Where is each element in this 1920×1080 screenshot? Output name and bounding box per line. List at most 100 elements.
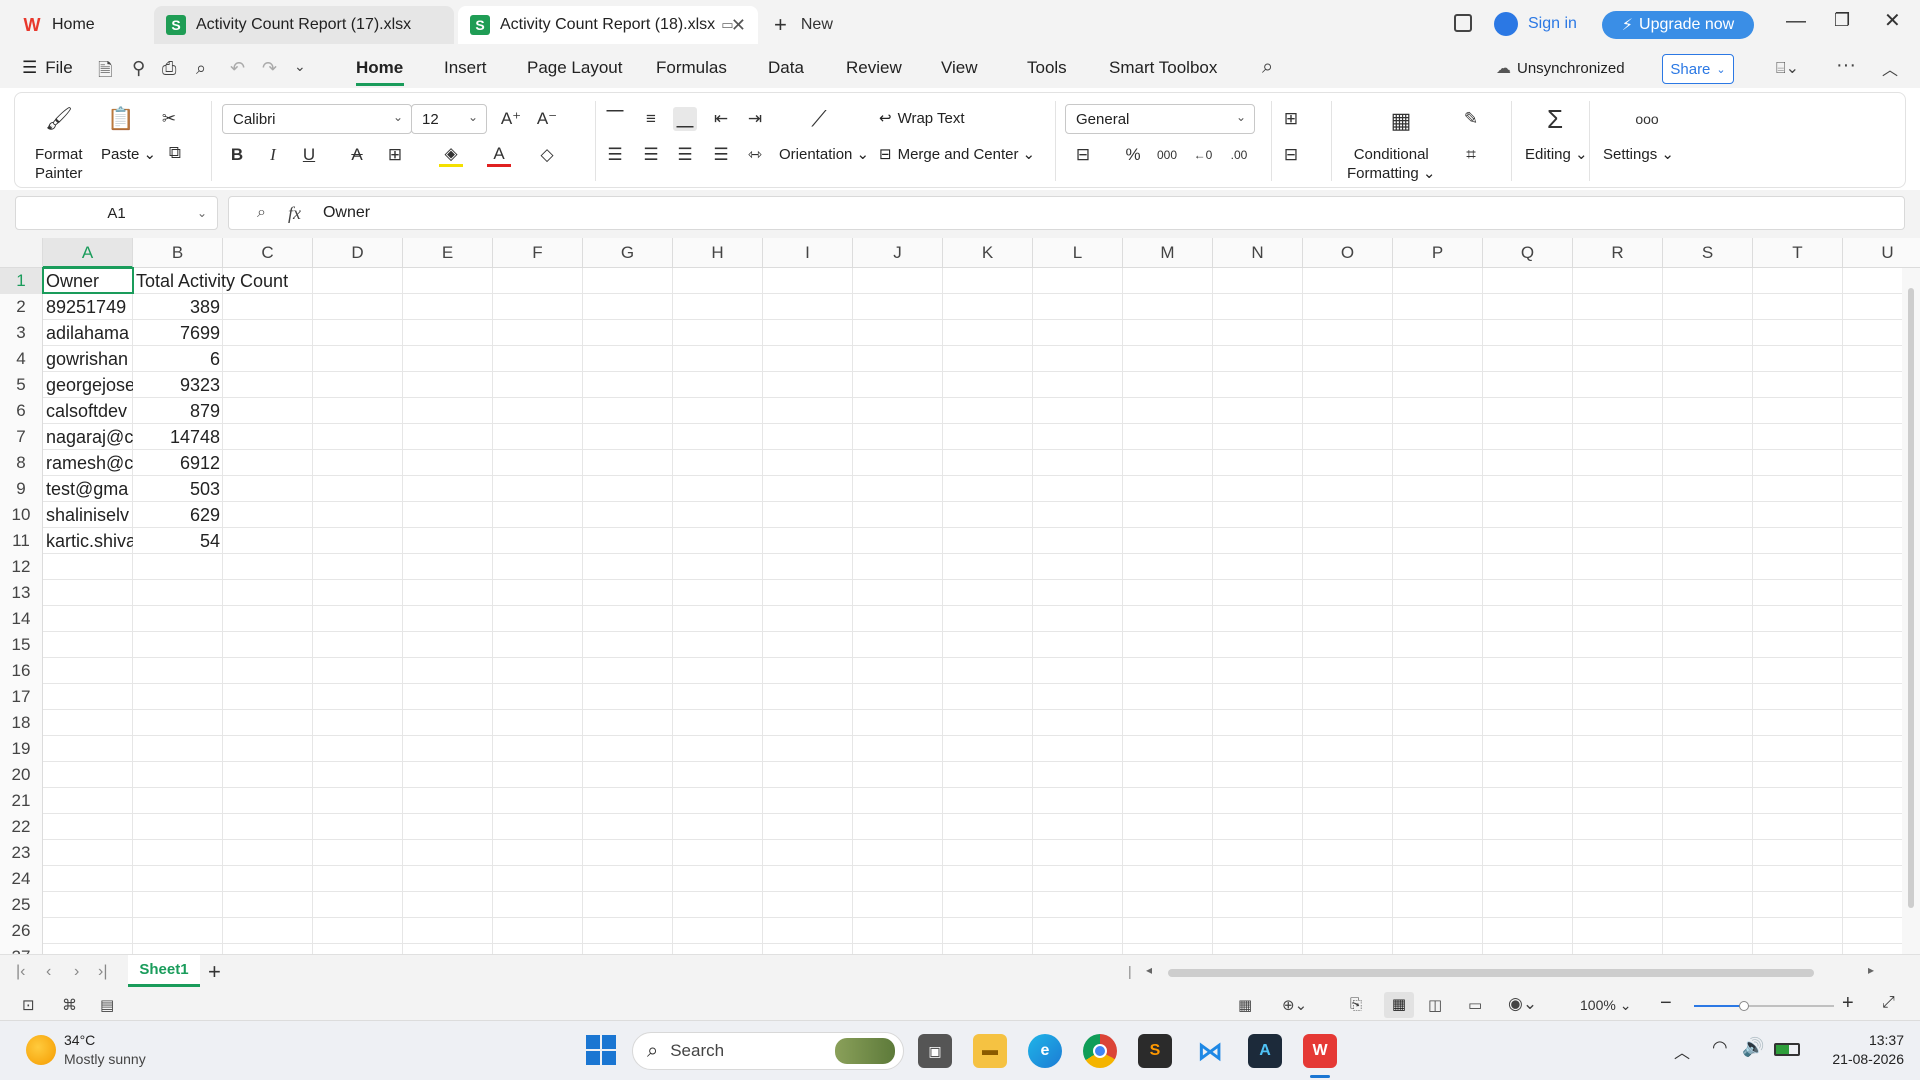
prev-sheet-icon[interactable]: ‹ xyxy=(46,963,51,981)
tray-chevron-icon[interactable]: ︿ xyxy=(1674,1039,1690,1063)
increase-indent-icon[interactable]: ⇥ xyxy=(743,107,767,131)
vertical-scrollbar[interactable] xyxy=(1902,268,1920,954)
tab-home[interactable]: W Home xyxy=(10,6,150,44)
sign-in-button[interactable]: Sign in xyxy=(1494,12,1577,36)
window-switch-icon[interactable] xyxy=(1454,14,1472,32)
row-header-23[interactable]: 23 xyxy=(0,840,43,866)
clear-format-icon[interactable]: ◇ xyxy=(535,143,559,167)
eye-protection-icon[interactable]: ◉⌄ xyxy=(1508,994,1537,1014)
orientation-button[interactable]: Orientation ⌄ xyxy=(779,145,869,163)
sum-icon[interactable]: Σ xyxy=(1543,104,1567,134)
paste-icon[interactable]: 📋 xyxy=(107,106,134,131)
row-header-26[interactable]: 26 xyxy=(0,918,43,944)
tab-data[interactable]: Data xyxy=(768,58,804,78)
cell-b3[interactable]: 7699 xyxy=(133,320,223,346)
cell-styles-icon[interactable]: ⊞ xyxy=(1279,107,1303,131)
align-middle-icon[interactable]: ≡ xyxy=(639,107,663,131)
settings-dots-icon[interactable]: ooo xyxy=(1635,107,1659,131)
row-header-15[interactable]: 15 xyxy=(0,632,43,658)
column-header-o[interactable]: O xyxy=(1303,238,1393,268)
decrease-font-icon[interactable]: A⁻ xyxy=(535,107,559,131)
editing-button[interactable]: Editing ⌄ xyxy=(1525,145,1588,163)
column-header-s[interactable]: S xyxy=(1663,238,1753,268)
column-header-b[interactable]: B xyxy=(133,238,223,268)
cut-icon[interactable]: ✂ xyxy=(157,107,181,131)
column-header-k[interactable]: K xyxy=(943,238,1033,268)
macro-icon[interactable]: ⊡ xyxy=(22,996,35,1014)
accounting-format-icon[interactable]: ⊟ xyxy=(1071,143,1095,167)
zoom-in-icon[interactable]: + xyxy=(1842,992,1854,1015)
column-header-g[interactable]: G xyxy=(583,238,673,268)
close-window-button[interactable]: ✕ xyxy=(1884,8,1901,33)
cell-b10[interactable]: 629 xyxy=(133,502,223,528)
column-header-l[interactable]: L xyxy=(1033,238,1123,268)
vscode-icon[interactable]: ⋈ xyxy=(1193,1034,1227,1068)
format-painter-button[interactable]: Format Painter xyxy=(35,145,83,183)
cell-b4[interactable]: 6 xyxy=(133,346,223,372)
scroll-left-icon[interactable]: ◂ xyxy=(1146,963,1152,977)
cell-a4[interactable]: gowrishan xyxy=(43,346,133,372)
format-painter-icon[interactable]: 🖌 xyxy=(45,106,73,131)
font-color-icon[interactable]: A xyxy=(487,143,511,167)
cell-a6[interactable]: calsoftdev xyxy=(43,398,133,424)
cell-a2[interactable]: 89251749 xyxy=(43,294,133,320)
volume-icon[interactable]: 🔊 xyxy=(1742,1037,1764,1058)
tab-splitter[interactable]: | xyxy=(1128,963,1132,979)
sublime-text-icon[interactable]: S xyxy=(1138,1034,1172,1068)
row-header-19[interactable]: 19 xyxy=(0,736,43,762)
borders-icon[interactable]: ⊞ xyxy=(383,143,407,167)
fill-color-icon[interactable]: ◈ xyxy=(439,143,463,167)
cell-a9[interactable]: test@gma xyxy=(43,476,133,502)
row-header-25[interactable]: 25 xyxy=(0,892,43,918)
minimize-button[interactable]: — xyxy=(1786,10,1806,33)
column-header-p[interactable]: P xyxy=(1393,238,1483,268)
row-header-14[interactable]: 14 xyxy=(0,606,43,632)
clock[interactable]: 13:37 21-08-2026 xyxy=(1816,1031,1904,1069)
row-header-20[interactable]: 20 xyxy=(0,762,43,788)
row-header-27[interactable]: 27 xyxy=(0,944,43,954)
page-break-icon[interactable]: ⎘ xyxy=(1350,996,1362,1013)
notes-icon[interactable]: ▤ xyxy=(100,996,114,1014)
column-header-f[interactable]: F xyxy=(493,238,583,268)
increase-decimal-icon[interactable]: ←0 xyxy=(1191,143,1215,167)
table-format-icon[interactable]: ⊟ xyxy=(1279,143,1303,167)
zoom-slider-track[interactable] xyxy=(1694,1001,1834,1011)
restore-button[interactable]: ❐ xyxy=(1834,10,1850,31)
row-header-22[interactable]: 22 xyxy=(0,814,43,840)
bold-icon[interactable]: B xyxy=(225,143,249,167)
cell-b6[interactable]: 879 xyxy=(133,398,223,424)
paste-button[interactable]: Paste ⌄ xyxy=(101,145,156,163)
name-box[interactable]: A1 ⌄ xyxy=(15,196,218,230)
justify-icon[interactable]: ☰ xyxy=(709,143,733,167)
row-header-4[interactable]: 4 xyxy=(0,346,43,372)
row-header-10[interactable]: 10 xyxy=(0,502,43,528)
align-center-icon[interactable]: ☰ xyxy=(639,143,663,167)
tab-view[interactable]: View xyxy=(941,58,978,78)
weather-sun-icon[interactable] xyxy=(26,1035,56,1065)
tab-formulas[interactable]: Formulas xyxy=(656,58,727,78)
cell-b7[interactable]: 14748 xyxy=(133,424,223,450)
next-sheet-icon[interactable]: › xyxy=(74,963,79,981)
accessibility-icon[interactable]: ⌘ xyxy=(62,996,77,1014)
zoom-slider-knob[interactable] xyxy=(1739,1001,1749,1011)
print-icon[interactable]: ⎙ xyxy=(162,58,176,79)
column-header-u[interactable]: U xyxy=(1843,238,1920,268)
row-header-21[interactable]: 21 xyxy=(0,788,43,814)
column-header-q[interactable]: Q xyxy=(1483,238,1573,268)
new-tab-button[interactable]: + New xyxy=(774,12,833,38)
zoom-level-select[interactable]: 100% ⌄ xyxy=(1580,997,1631,1014)
column-header-i[interactable]: I xyxy=(763,238,853,268)
row-header-1[interactable]: 1 xyxy=(0,268,43,294)
tab-report-18[interactable]: S Activity Count Report (18).xlsx ▭ ✕ xyxy=(458,6,758,44)
cell-a5[interactable]: georgejose xyxy=(43,372,133,398)
fullscreen-icon[interactable]: ⤢ xyxy=(1882,994,1895,1012)
settings-button[interactable]: Settings ⌄ xyxy=(1603,145,1674,163)
row-header-13[interactable]: 13 xyxy=(0,580,43,606)
wifi-icon[interactable]: ◠ xyxy=(1712,1037,1728,1058)
collapse-ribbon-icon[interactable]: ︿ xyxy=(1882,56,1898,80)
normal-view-icon[interactable]: ▦ xyxy=(1384,992,1414,1018)
merge-center-button[interactable]: ⊟ Merge and Center ⌄ xyxy=(879,145,1035,164)
cell-a7[interactable]: nagaraj@c xyxy=(43,424,133,450)
save-icon[interactable]: 🗎 xyxy=(98,58,112,88)
undo-icon[interactable]: ↶ xyxy=(230,58,245,79)
